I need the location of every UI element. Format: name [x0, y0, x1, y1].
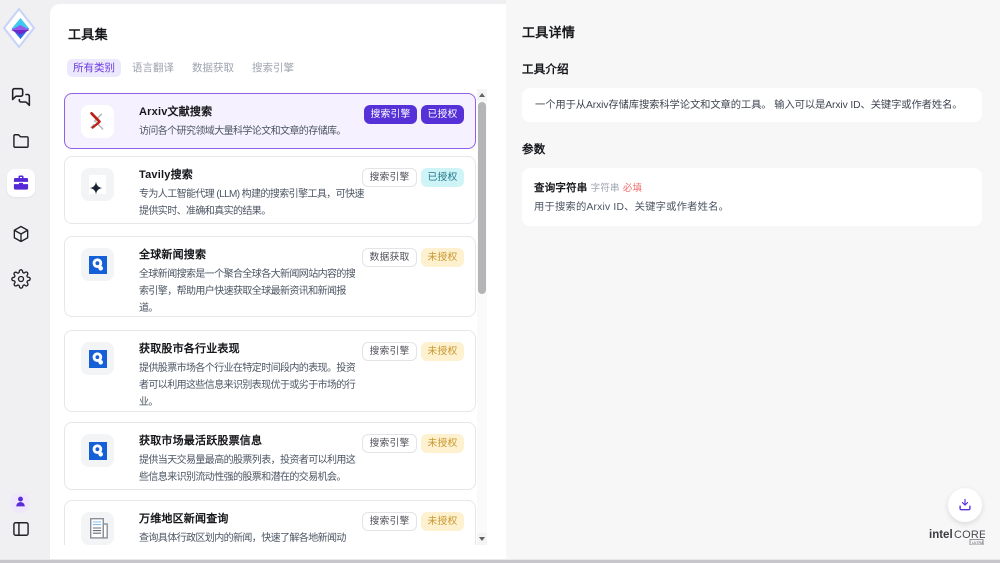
svg-text:ULTRA: ULTRA: [972, 541, 984, 545]
svg-text:intel: intel: [929, 529, 953, 541]
